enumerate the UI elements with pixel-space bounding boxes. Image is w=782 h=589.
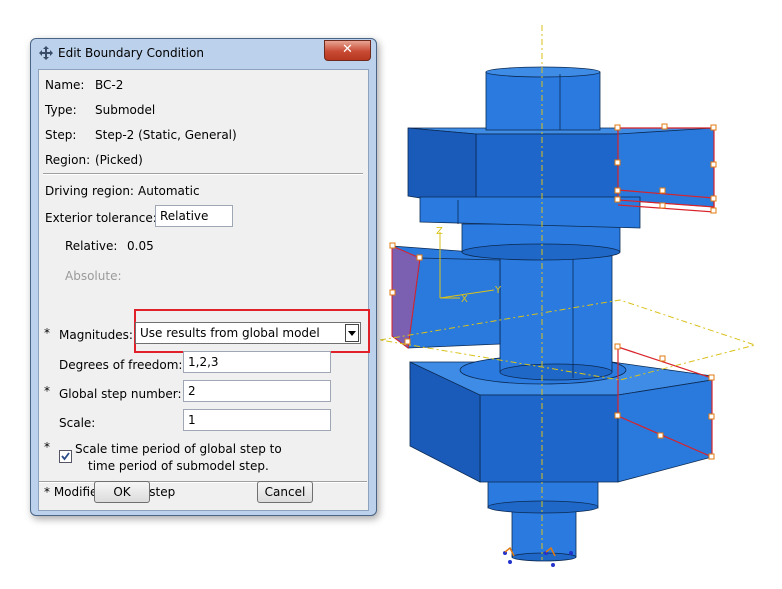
- close-icon: ✕: [342, 42, 353, 57]
- magnitudes-select[interactable]: Use results from global model: [135, 322, 361, 344]
- region-value: (Picked): [95, 153, 143, 167]
- relative-label: Relative:: [65, 239, 118, 253]
- footer-separator: [39, 481, 367, 483]
- top-plate: [419, 196, 641, 229]
- dialog-titlebar[interactable]: Edit Boundary Condition ✕: [31, 39, 376, 67]
- bottom-shaft-end: [511, 552, 577, 562]
- magnitudes-asterisk: *: [44, 326, 50, 340]
- bottom-box-front: [479, 394, 619, 483]
- dialog-body: Name: BC-2 Type: Submodel Step: Step-2 (…: [38, 69, 370, 511]
- top-cylinder: [485, 71, 601, 131]
- name-value: BC-2: [95, 78, 124, 92]
- scale-time-label-line2: time period of submodel step.: [88, 459, 269, 473]
- ok-button[interactable]: OK: [94, 481, 150, 503]
- name-label: Name:: [45, 78, 85, 92]
- dialog-title: Edit Boundary Condition: [58, 46, 204, 60]
- exterior-tolerance-label: Exterior tolerance:: [45, 211, 157, 225]
- degrees-of-freedom-input[interactable]: 1,2,3: [183, 351, 331, 373]
- type-value: Submodel: [95, 103, 156, 117]
- absolute-label: Absolute:: [65, 269, 122, 283]
- scale-input[interactable]: 1: [183, 409, 331, 431]
- type-label: Type:: [45, 103, 77, 117]
- central-shaft-bottom: [499, 363, 613, 381]
- step-value: Step-2 (Static, General): [95, 128, 237, 142]
- close-button[interactable]: ✕: [324, 40, 371, 61]
- driving-region-value: Automatic: [138, 184, 200, 198]
- magnitudes-select-value: Use results from global model: [140, 326, 320, 340]
- bottom-box-side: [617, 379, 713, 483]
- global-step-number-input[interactable]: 2: [183, 380, 331, 402]
- top-box-side: [617, 127, 715, 208]
- degrees-of-freedom-label: Degrees of freedom:: [59, 358, 183, 372]
- region-label: Region:: [45, 153, 91, 167]
- separator: [43, 173, 363, 175]
- relative-value: 0.05: [127, 239, 154, 253]
- scale-time-checkbox[interactable]: [59, 450, 72, 463]
- scale-time-label-line1: Scale time period of global step to: [75, 442, 282, 456]
- scale-label: Scale:: [59, 416, 96, 430]
- lower-cylinder-end: [487, 500, 599, 514]
- driving-region-label: Driving region:: [45, 184, 134, 198]
- mid-collar-bottom: [461, 243, 621, 261]
- triad-x-label: X: [461, 294, 468, 305]
- triad-y-label: Y: [494, 285, 502, 296]
- move-arrows-icon: [39, 46, 53, 60]
- magnitudes-label: Magnitudes:: [59, 328, 133, 342]
- top-box-front: [475, 133, 619, 208]
- triad-z-label: Z: [436, 226, 443, 237]
- exterior-tolerance-select[interactable]: Relative: [155, 205, 233, 227]
- global-step-number-label: Global step number:: [59, 387, 182, 401]
- top-box-left: [407, 127, 477, 208]
- step-label: Step:: [45, 128, 77, 142]
- edit-boundary-condition-dialog: Edit Boundary Condition ✕ Name: BC-2 Typ…: [30, 38, 377, 516]
- chevron-down-icon[interactable]: [345, 324, 359, 342]
- checkmark-icon: [61, 452, 70, 461]
- global-step-asterisk: *: [44, 384, 50, 398]
- cancel-button[interactable]: Cancel: [257, 481, 313, 503]
- top-cylinder-cap: [485, 66, 601, 78]
- scale-time-asterisk: *: [44, 440, 50, 454]
